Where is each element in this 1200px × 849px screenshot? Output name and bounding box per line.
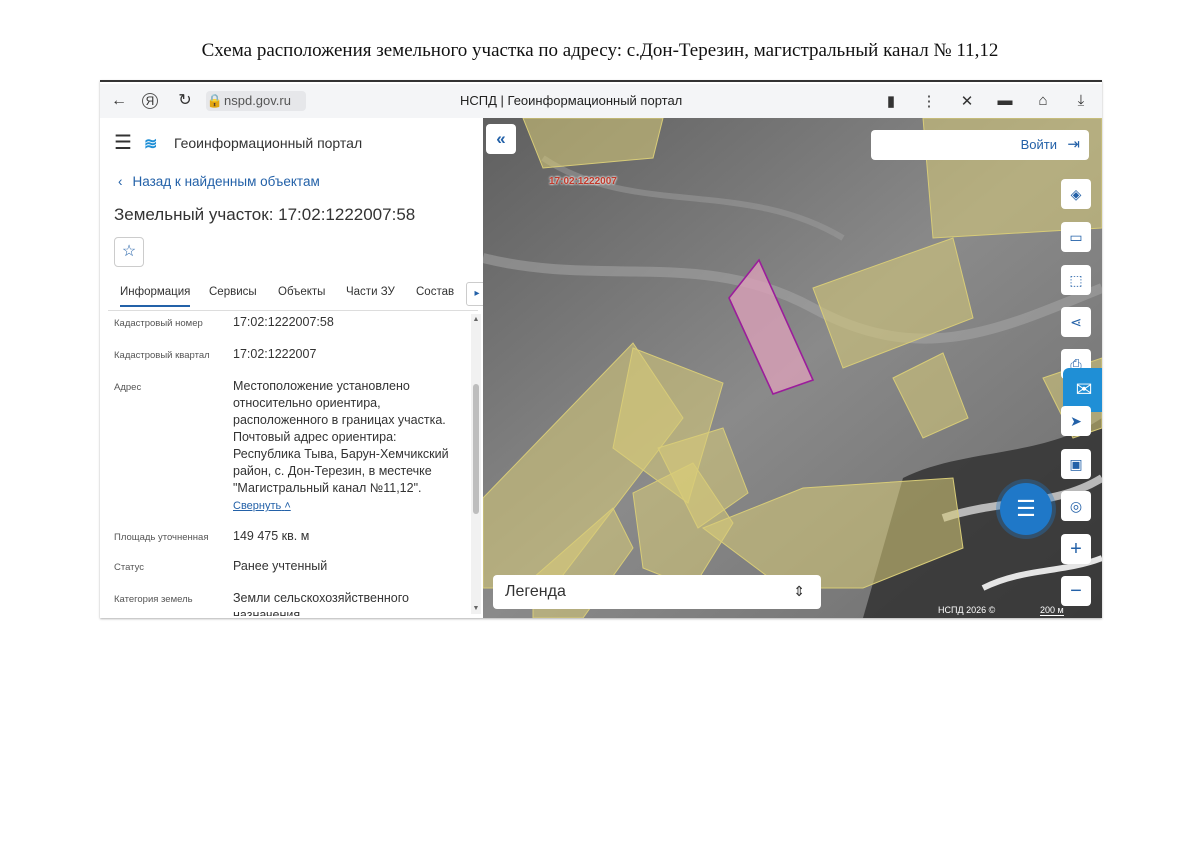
geo-pin-button[interactable]: ◎ — [1061, 491, 1091, 521]
back-link-label: Назад к найденным объектам — [132, 174, 320, 189]
screenshot: ← Я ↻ 🔒nspd.gov.ru НСПД | Геоинформацион… — [100, 80, 1102, 618]
parcel-title: Земельный участок: 17:02:1222007:58 — [114, 205, 416, 224]
favorite-star-button[interactable]: ☆ — [114, 237, 144, 267]
screen-icon: ▣ — [1069, 456, 1083, 472]
clipboard-icon[interactable]: ⌂ — [1032, 92, 1054, 110]
tab-information[interactable]: Информация — [120, 286, 191, 307]
area-value: 149 475 кв. м — [233, 529, 310, 543]
collapse-panel-button[interactable]: « — [486, 124, 516, 154]
tab-bar: Информация Сервисы Объекты Части ЗУ Сост… — [108, 278, 488, 311]
collapse-link[interactable]: Свернуть ˄ — [233, 500, 291, 512]
share-icon: ⋖ — [1070, 314, 1082, 330]
row-label: Кадастровый квартал — [114, 350, 210, 361]
land-category-value: Земли сельскохозяйственного назначения — [233, 591, 409, 616]
chevron-updown-icon: ⇕ — [793, 583, 805, 599]
chevron-up-icon: ˄ — [284, 500, 291, 512]
app-name: Геоинформационный портал — [173, 134, 363, 151]
row-label: Статус — [114, 562, 145, 573]
status-value: Ранее учтенный — [233, 559, 328, 573]
map-scale: 200 м — [1040, 605, 1064, 616]
shield-icon[interactable]: ▬ — [994, 92, 1016, 110]
locate-icon: ➤ — [1070, 413, 1082, 429]
collapse-label: Свернуть — [233, 500, 282, 512]
login-icon: ⇥ — [1067, 136, 1080, 153]
login-label: Войти — [1020, 137, 1057, 152]
lock-icon: 🔒 — [206, 93, 224, 108]
url-text: nspd.gov.ru — [224, 93, 291, 108]
cadastral-number-value: 17:02:1222007:58 — [233, 315, 334, 329]
legend-selector[interactable]: Легенда ⇕ — [493, 575, 821, 609]
download-icon[interactable]: ⤓ — [1070, 92, 1092, 110]
sidebar-scrollbar[interactable]: ▲ ▼ — [471, 314, 481, 614]
extension-icon[interactable]: ✕ — [956, 92, 978, 110]
chat-icon: ☰ — [1016, 496, 1036, 521]
back-arrow-icon[interactable]: ← — [110, 92, 128, 110]
cadastral-quarter-label: 17:02:1222007 — [549, 176, 617, 187]
zoom-in-icon: + — [1070, 538, 1082, 560]
yandex-icon[interactable]: Я — [142, 93, 158, 109]
tab-objects[interactable]: Объекты — [278, 286, 325, 298]
ruler-icon: ▭ — [1069, 229, 1083, 245]
portal-logo-icon: ≋ — [143, 135, 158, 153]
browser-toolbar: ← Я ↻ 🔒nspd.gov.ru НСПД | Геоинформацион… — [100, 84, 1102, 119]
address-bar[interactable]: 🔒nspd.gov.ru — [206, 91, 306, 111]
double-chevron-left-icon: « — [496, 129, 506, 148]
cadastral-quarter-value: 17:02:1222007 — [233, 347, 317, 361]
locate-button[interactable]: ➤ — [1061, 406, 1091, 436]
scroll-down-icon[interactable]: ▼ — [471, 605, 481, 612]
row-label: Площадь уточненная — [114, 532, 209, 543]
chevron-left-icon: ‹ — [118, 174, 123, 189]
back-link[interactable]: ‹ Назад к найденным объектам — [118, 174, 320, 189]
geo-pin-icon: ◎ — [1069, 498, 1083, 514]
chat-button[interactable]: ☰ — [1000, 483, 1052, 535]
row-label: Адрес — [114, 382, 142, 393]
tab-services[interactable]: Сервисы — [209, 286, 257, 298]
satellite-map — [483, 118, 1102, 618]
ruler-button[interactable]: ▭ — [1061, 222, 1091, 252]
star-icon: ☆ — [121, 243, 137, 260]
sidebar-panel: ☰ ≋ Геоинформационный портал ‹ Назад к на… — [100, 118, 488, 618]
area-select-icon: ⬚ — [1069, 272, 1083, 288]
info-rows: Кадастровый номер 17:02:1222007:58 Кадас… — [100, 314, 470, 616]
row-label: Кадастровый номер — [114, 318, 203, 329]
scroll-up-icon[interactable]: ▲ — [471, 316, 481, 323]
scrollbar-thumb[interactable] — [473, 384, 479, 514]
tab-composition[interactable]: Состав — [416, 286, 454, 298]
message-box-icon: ✉ — [1075, 379, 1093, 401]
share-button[interactable]: ⋖ — [1061, 307, 1091, 337]
map-view[interactable]: 17:02:1222007 « Войти ⇥ ◈ ▭ ⬚ ⋖ ⎙ ✉ ➤ ▣ … — [483, 118, 1102, 618]
zoom-in-button[interactable]: + — [1061, 534, 1091, 564]
legend-label: Легенда — [505, 583, 566, 600]
area-select-button[interactable]: ⬚ — [1061, 265, 1091, 295]
screen-button[interactable]: ▣ — [1061, 449, 1091, 479]
tab-parts[interactable]: Части ЗУ — [346, 286, 395, 298]
menu-dots-icon[interactable]: ⋮ — [918, 92, 940, 110]
reload-icon[interactable]: ↻ — [176, 92, 194, 110]
zoom-out-button[interactable]: − — [1061, 576, 1091, 606]
tab-title: НСПД | Геоинформационный портал — [460, 93, 683, 108]
hamburger-menu-icon[interactable]: ☰ — [114, 130, 132, 155]
address-value: Местоположение установлено относительно … — [233, 379, 449, 495]
bookmark-icon[interactable]: ▮ — [880, 92, 902, 110]
layers-icon: ◈ — [1070, 186, 1082, 202]
zoom-out-icon: − — [1070, 580, 1082, 602]
map-copyright: НСПД 2026 © — [938, 605, 996, 615]
row-label: Категория земель — [114, 594, 193, 605]
layers-button[interactable]: ◈ — [1061, 179, 1091, 209]
login-button[interactable]: Войти ⇥ — [871, 130, 1089, 160]
document-title: Схема расположения земельного участка по… — [201, 40, 999, 61]
